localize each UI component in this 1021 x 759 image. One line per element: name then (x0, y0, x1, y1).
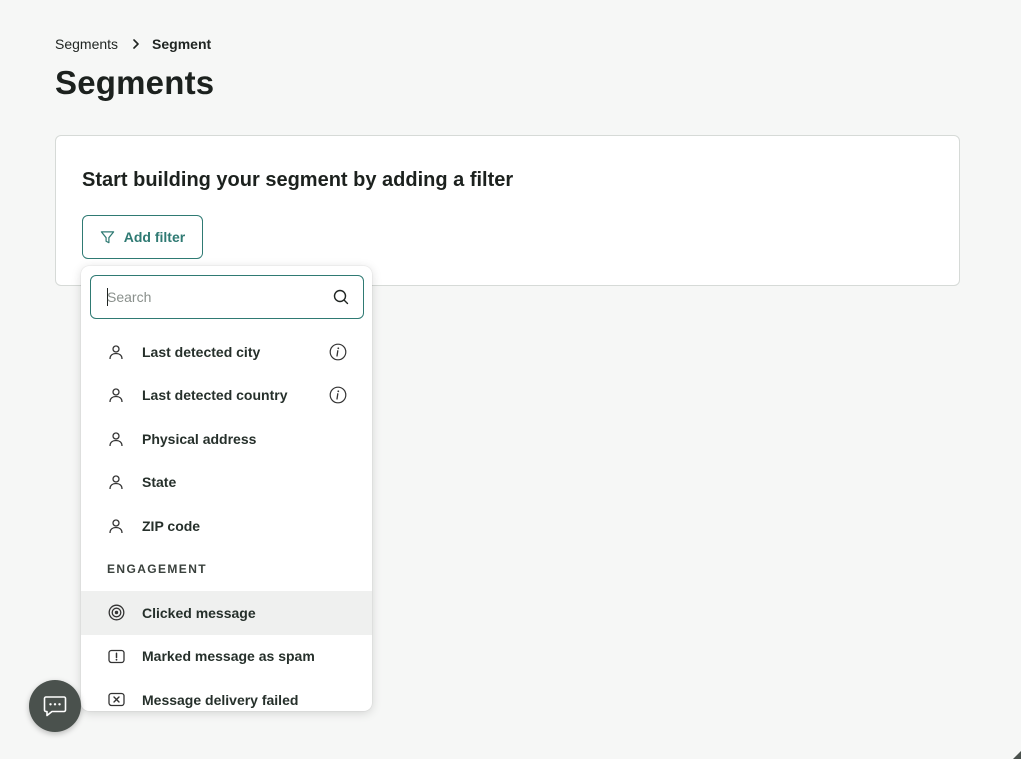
person-icon (107, 386, 125, 404)
filter-option-physical-address[interactable]: Physical address (81, 417, 372, 461)
breadcrumb: Segments Segment (55, 35, 211, 53)
card-heading: Start building your segment by adding a … (82, 169, 514, 191)
filter-option-label: Marked message as spam (142, 648, 315, 665)
info-icon[interactable] (329, 343, 347, 361)
filter-option-state[interactable]: State (81, 461, 372, 505)
segments-page: Segments Segment Segments Start building… (0, 0, 1021, 759)
person-icon (107, 430, 125, 448)
filter-list: Last detected city Last detected country… (81, 330, 372, 711)
breadcrumb-segments-link[interactable]: Segments (55, 36, 118, 52)
search-input[interactable] (107, 289, 333, 305)
page-title: Segments (55, 64, 215, 101)
filter-option-label: Last detected city (142, 343, 261, 360)
filter-option-delivery-failed[interactable]: Message delivery failed (81, 678, 372, 711)
filter-option-last-detected-country[interactable]: Last detected country (81, 374, 372, 418)
person-icon (107, 343, 125, 361)
filter-option-label: ZIP code (142, 517, 201, 534)
filter-option-label: Last detected country (142, 387, 288, 404)
filter-option-clicked-message[interactable]: Clicked message (81, 591, 372, 635)
filter-icon (100, 230, 115, 245)
chevron-right-icon (132, 39, 140, 49)
resize-corner (1013, 751, 1021, 759)
chat-launcher-button[interactable] (29, 680, 81, 732)
chat-icon (43, 695, 67, 717)
person-icon (107, 473, 125, 491)
filter-option-label: Clicked message (142, 604, 256, 621)
info-icon[interactable] (329, 386, 347, 404)
filter-option-label: Physical address (142, 430, 257, 447)
segment-builder-card: Start building your segment by adding a … (55, 135, 960, 286)
search-box (90, 275, 364, 319)
filter-option-marked-spam[interactable]: Marked message as spam (81, 635, 372, 679)
person-icon (107, 517, 125, 535)
alert-message-icon (107, 647, 125, 665)
search-icon[interactable] (333, 289, 349, 305)
filter-option-zip-code[interactable]: ZIP code (81, 504, 372, 548)
target-icon (107, 604, 125, 622)
filter-option-label: Message delivery failed (142, 691, 299, 708)
filter-option-last-detected-city[interactable]: Last detected city (81, 330, 372, 374)
add-filter-button[interactable]: Add filter (82, 215, 203, 259)
add-filter-label: Add filter (123, 229, 186, 245)
filter-option-label: State (142, 474, 177, 491)
section-label-engagement: ENGAGEMENT (107, 562, 208, 577)
failed-message-icon (107, 691, 125, 709)
breadcrumb-current: Segment (152, 36, 212, 52)
filter-dropdown: Last detected city Last detected country… (81, 266, 372, 711)
